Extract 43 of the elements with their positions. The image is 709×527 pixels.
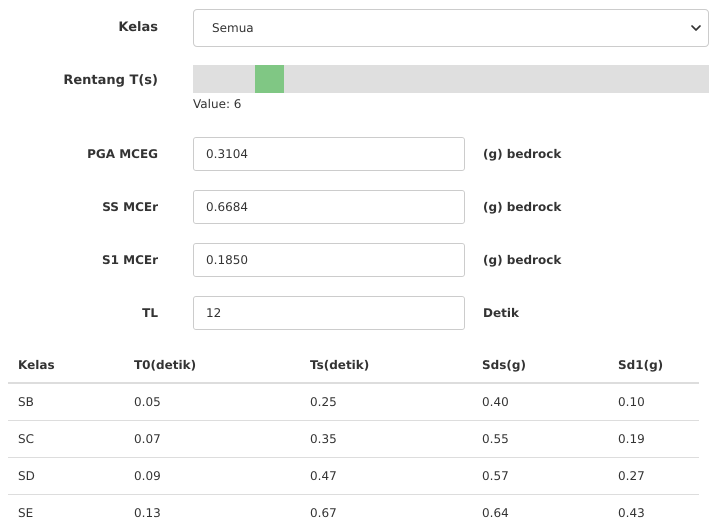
table-cell: 0.40 (482, 394, 509, 409)
field-label: S1 MCEr (100, 252, 158, 269)
unit-label: Detik (483, 305, 519, 322)
field-label: PGA MCEG (86, 146, 158, 163)
table-cell: 0.43 (618, 506, 645, 520)
column-header: T0(detik) (134, 358, 196, 372)
table-cell: SC (18, 432, 34, 446)
unit-label: (g) bedrock (483, 146, 562, 163)
column-header: Sd1(g) (618, 358, 664, 372)
field-label: Rentang T(s) (62, 72, 158, 90)
column-header: Kelas (18, 358, 55, 372)
table-cell: 0.05 (134, 394, 161, 409)
table-cell: 0.47 (310, 468, 337, 482)
table-cell: 0.27 (618, 468, 645, 482)
slider-thumb[interactable] (254, 65, 284, 93)
unit-label: (g) bedrock (483, 199, 562, 216)
input-field[interactable]: 12 (193, 296, 465, 330)
slider-value: Value: 6 (193, 96, 242, 113)
table-cell: 0.64 (482, 506, 509, 520)
table-cell: 0.10 (618, 394, 645, 409)
class-dropdown[interactable]: Semua (193, 9, 709, 47)
column-header: Sds(g) (482, 358, 526, 372)
table-cell: 0.13 (134, 506, 161, 520)
input-field[interactable]: 0.1850 (193, 243, 465, 277)
table-cell: SB (18, 394, 34, 409)
input-field[interactable]: 0.6684 (193, 190, 465, 224)
table-cell: 0.09 (134, 468, 161, 482)
field-label: TL (141, 305, 158, 322)
field-label: SS MCEr (101, 199, 158, 216)
table-cell: 0.55 (482, 432, 509, 446)
range-slider[interactable] (193, 65, 709, 93)
table-cell: 0.19 (618, 432, 645, 446)
unit-label: (g) bedrock (483, 252, 562, 269)
field-label: Kelas (117, 19, 158, 38)
table-cell: SD (18, 468, 35, 482)
table-cell: 0.35 (310, 432, 337, 446)
column-header: Ts(detik) (310, 358, 370, 372)
table-cell: 0.67 (310, 506, 337, 520)
input-field[interactable]: 0.3104 (193, 137, 465, 171)
table-cell: SE (18, 506, 34, 520)
table-cell: 0.25 (310, 394, 337, 409)
table-cell: 0.57 (482, 468, 509, 482)
table-cell: 0.07 (134, 432, 161, 446)
